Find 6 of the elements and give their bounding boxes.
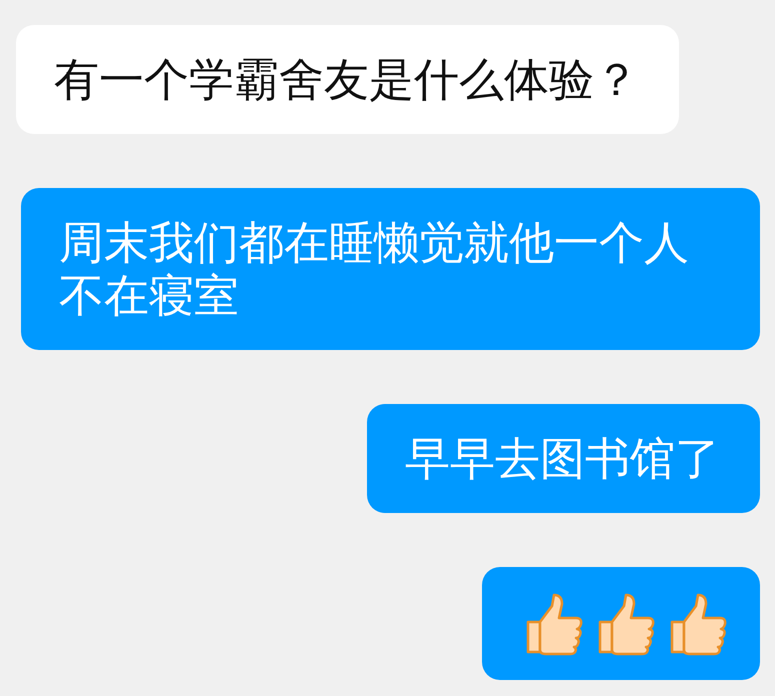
message-bubble: 有一个学霸舍友是什么体验？ [16,25,679,134]
message-bubble: 周末我们都在睡懒觉就他一个人不在寝室 [21,188,760,350]
message-bubble: 早早去图书馆了 [367,404,760,513]
thumbs-up-icon [668,592,728,656]
thumbs-up-icon [524,592,584,656]
thumbs-up-icon [596,592,656,656]
